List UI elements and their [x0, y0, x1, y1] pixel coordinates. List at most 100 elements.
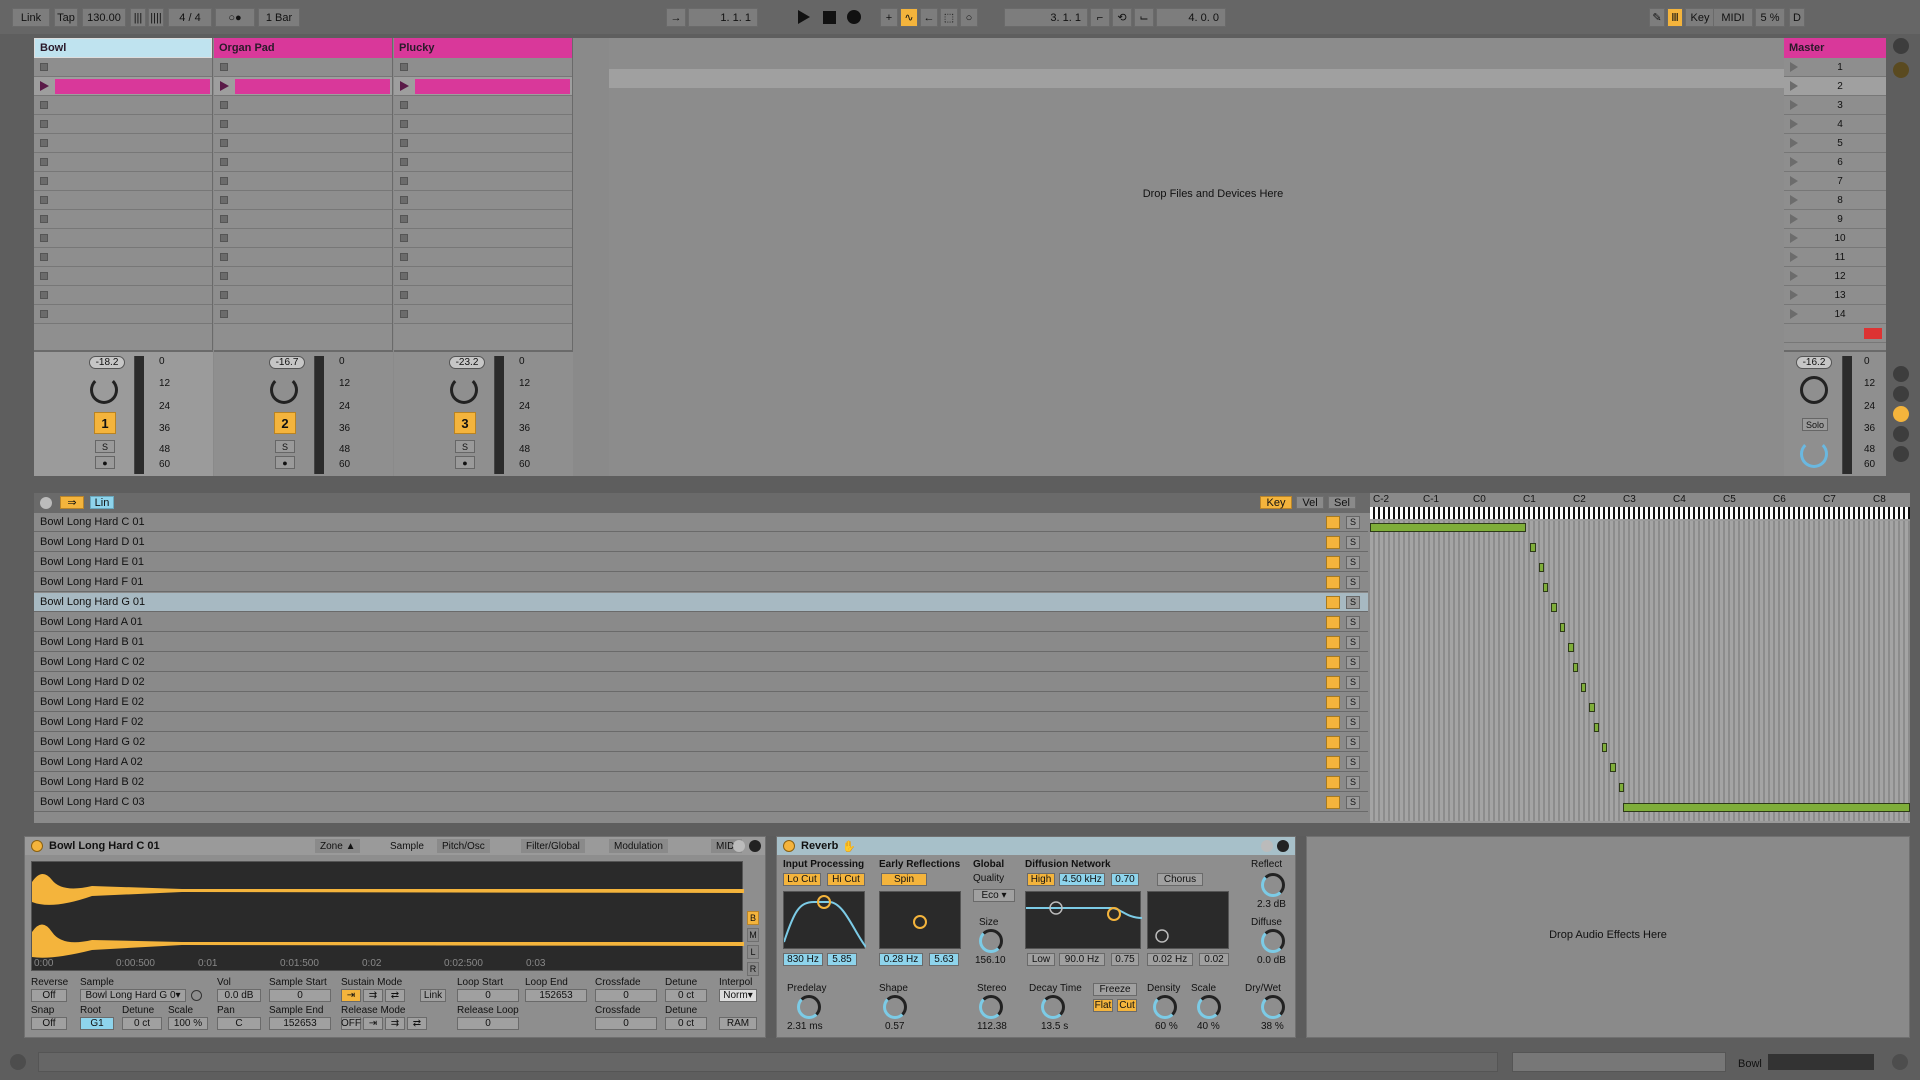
key-zone[interactable] [1538, 563, 1544, 572]
speaker-icon[interactable] [1326, 535, 1340, 549]
sampler-tab[interactable]: Zone ▲ [315, 839, 361, 853]
reflect-knob[interactable] [1261, 873, 1285, 897]
stop-button-icon[interactable] [220, 120, 228, 128]
pan-knob[interactable] [90, 376, 118, 404]
stop-button-icon[interactable] [400, 310, 408, 318]
stop-button-icon[interactable] [400, 120, 408, 128]
key-zone[interactable] [1618, 783, 1625, 792]
stop-button-icon[interactable] [400, 139, 408, 147]
predelay-knob[interactable] [797, 995, 821, 1019]
chain-solo-button[interactable]: S [1346, 615, 1360, 629]
clip-launch-icon[interactable] [220, 81, 229, 91]
loop-switch-icon[interactable]: ⟲ [1112, 8, 1132, 27]
release-mode-pingpong[interactable]: ⇄ [407, 1017, 427, 1030]
metronome-button[interactable]: ○● [215, 8, 255, 27]
clip[interactable] [235, 78, 390, 94]
vel-zone-button[interactable]: Vel [1296, 496, 1324, 509]
link-button[interactable]: Link [420, 989, 446, 1002]
capture-icon[interactable]: ⬚ [940, 8, 958, 27]
clip-slot[interactable] [34, 305, 212, 324]
device-power-icon[interactable] [783, 840, 795, 852]
waveform-channel-button[interactable]: B [747, 911, 759, 925]
chain-row[interactable]: Bowl Long Hard E 01 S [34, 553, 1368, 572]
shape-knob[interactable] [883, 995, 907, 1019]
quantize-menu[interactable]: 1 Bar [258, 8, 300, 27]
clip-slot[interactable] [394, 134, 572, 153]
key-zone[interactable] [1568, 643, 1574, 652]
menu-icon[interactable] [1893, 38, 1909, 54]
clip-view-toggle-icon[interactable] [10, 1054, 26, 1070]
chorus-amount-field[interactable]: 0.02 [1199, 953, 1229, 966]
chain-solo-button[interactable]: S [1346, 635, 1360, 649]
stop-button-icon[interactable] [220, 215, 228, 223]
scene-launch-icon[interactable] [1790, 176, 1798, 186]
speaker-icon[interactable] [1326, 775, 1340, 789]
clip-slot[interactable] [214, 153, 392, 172]
clip-slot[interactable] [34, 210, 212, 229]
sel-zone-button[interactable]: Sel [1328, 496, 1356, 509]
master-pan-knob[interactable] [1800, 376, 1828, 404]
clip-slot[interactable] [394, 96, 572, 115]
hotswap-icon[interactable] [1261, 840, 1273, 852]
device-chain-overview[interactable] [1768, 1054, 1874, 1070]
size-knob[interactable] [979, 929, 1003, 953]
arm-icon[interactable]: ● [275, 456, 295, 469]
key-zone[interactable] [1370, 523, 1527, 532]
clip-slot[interactable] [214, 267, 392, 286]
solo-button[interactable]: S [455, 440, 475, 453]
stop-button-icon[interactable] [40, 139, 48, 147]
clip-slot[interactable] [214, 58, 392, 77]
diffuse-knob[interactable] [1261, 929, 1285, 953]
chain-solo-button[interactable]: S [1346, 795, 1360, 809]
clip-slot[interactable] [214, 134, 392, 153]
audio-effect-drop-zone[interactable]: Drop Audio Effects Here [1306, 836, 1910, 1038]
clip-slot[interactable] [394, 286, 572, 305]
scene-row[interactable]: 7 [1784, 172, 1886, 191]
lo-cut-button[interactable]: Lo Cut [783, 873, 821, 886]
chorus-freq-field[interactable]: 0.02 Hz [1147, 953, 1193, 966]
sampler-tab[interactable]: Sample [385, 839, 429, 853]
clip-slot[interactable] [214, 248, 392, 267]
stop-icon[interactable] [823, 11, 836, 24]
stop-button-icon[interactable] [40, 215, 48, 223]
volume-field[interactable]: 0.0 dB [217, 989, 261, 1002]
er-freq-field[interactable]: 0.28 Hz [879, 953, 923, 966]
follow-icon[interactable]: → [666, 8, 686, 27]
speaker-icon[interactable] [1326, 715, 1340, 729]
link-button[interactable]: Link [12, 8, 50, 27]
stop-button-icon[interactable] [220, 101, 228, 109]
density-knob[interactable] [1153, 995, 1177, 1019]
chain-row[interactable]: Bowl Long Hard A 01 S [34, 613, 1368, 632]
chain-solo-button[interactable]: S [1346, 755, 1360, 769]
speaker-icon[interactable] [1326, 615, 1340, 629]
release-loop-field[interactable]: 0 [457, 1017, 519, 1030]
reverse-toggle[interactable]: Off [31, 989, 67, 1002]
release-detune-field[interactable]: 0 ct [665, 1017, 707, 1030]
stop-button-icon[interactable] [40, 158, 48, 166]
hotswap-icon[interactable] [733, 840, 745, 852]
overview-scroller[interactable] [1512, 1052, 1726, 1072]
scene-row[interactable]: 9 [1784, 210, 1886, 229]
speaker-icon[interactable] [1326, 795, 1340, 809]
chain-row[interactable]: Bowl Long Hard C 01 S [34, 513, 1368, 532]
key-zone[interactable] [1580, 683, 1587, 692]
stop-button-icon[interactable] [40, 63, 48, 71]
speaker-icon[interactable] [1326, 635, 1340, 649]
chain-solo-button[interactable]: S [1346, 655, 1360, 669]
speaker-icon[interactable] [1326, 655, 1340, 669]
release-mode-loop[interactable]: ⇉ [385, 1017, 405, 1030]
track-volume[interactable]: -23.2 [449, 356, 485, 369]
flat-button[interactable]: Flat [1093, 999, 1113, 1012]
scene-launch-icon[interactable] [1790, 271, 1798, 281]
stop-button-icon[interactable] [40, 253, 48, 261]
midi-map-button[interactable]: MIDI [1713, 8, 1753, 27]
release-mode-once[interactable]: ⇥ [363, 1017, 383, 1030]
chain-solo-button[interactable]: S [1346, 535, 1360, 549]
clip-slot[interactable] [34, 153, 212, 172]
chain-solo-button[interactable]: S [1346, 675, 1360, 689]
clip-slot[interactable] [34, 96, 212, 115]
clip-slot[interactable] [394, 248, 572, 267]
device-power-icon[interactable] [31, 840, 43, 852]
clip-slot[interactable] [394, 58, 572, 77]
stop-button-icon[interactable] [400, 272, 408, 280]
